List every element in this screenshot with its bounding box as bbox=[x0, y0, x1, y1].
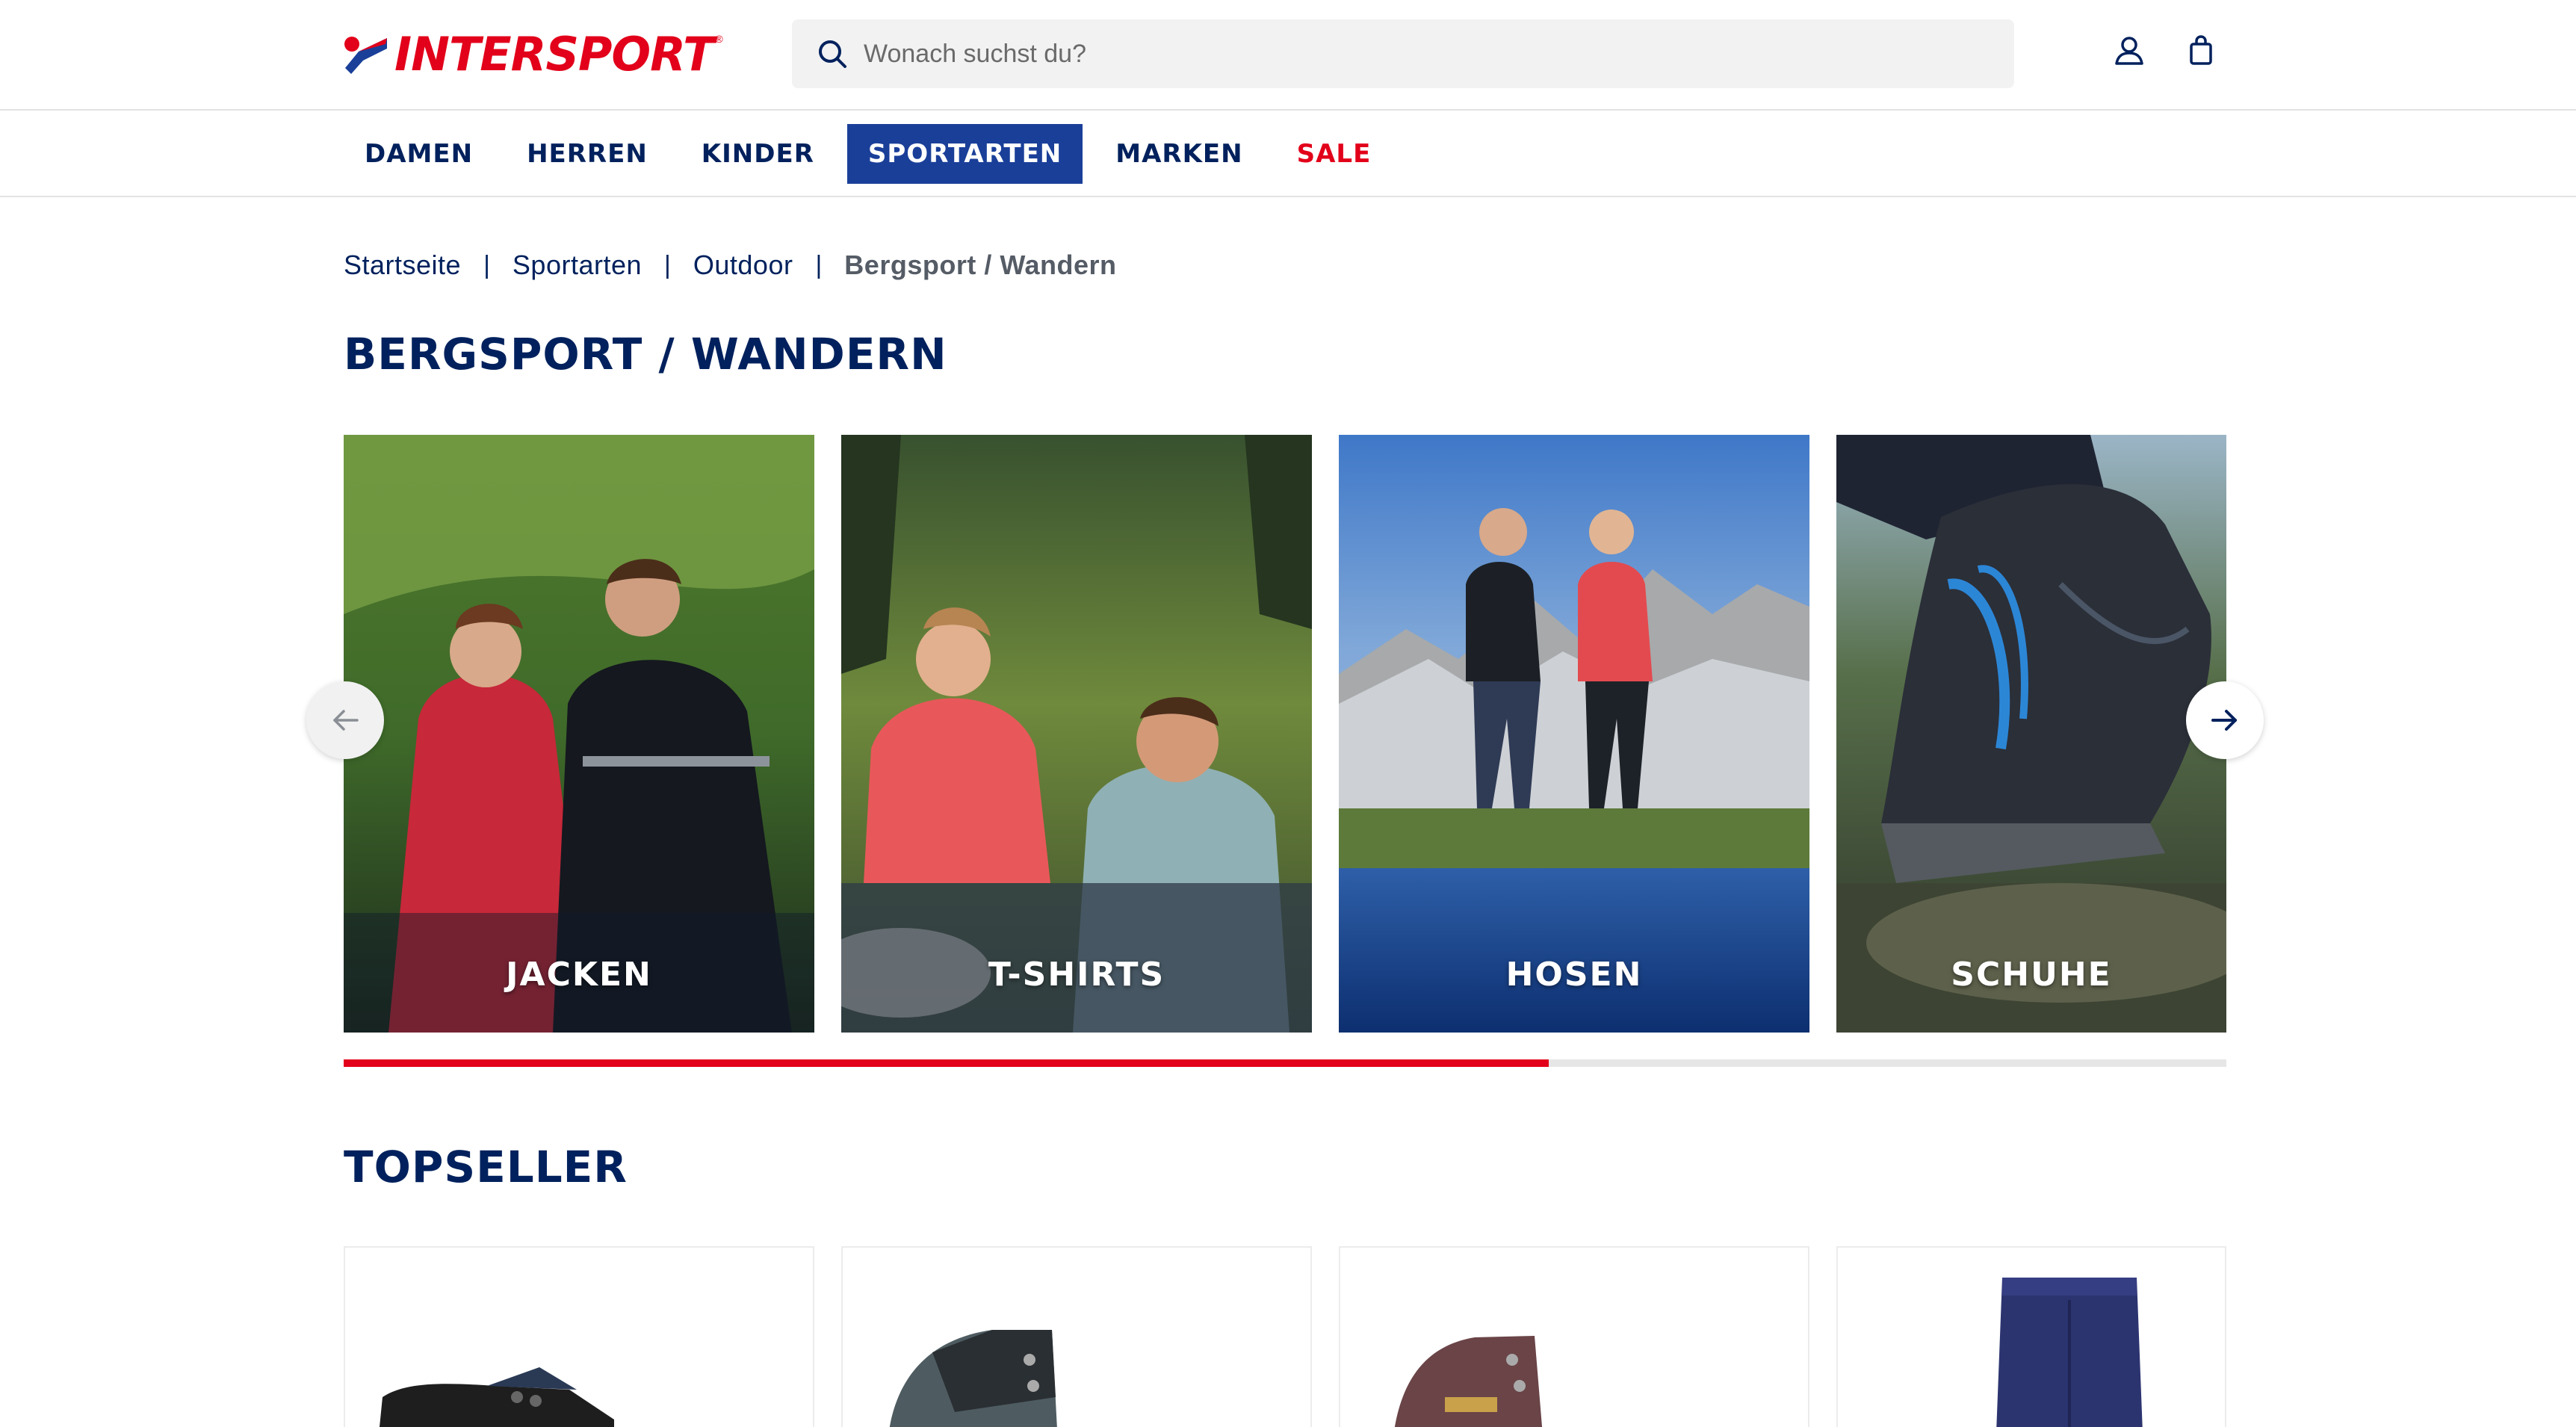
product-image-trekking-boot bbox=[889, 1330, 1057, 1427]
carousel-progress-bar bbox=[344, 1059, 2226, 1067]
shopping-bag-icon[interactable] bbox=[2183, 33, 2219, 69]
category-label: HOSEN bbox=[1505, 956, 1643, 994]
breadcrumb-current: Bergsport / Wandern bbox=[844, 250, 1117, 280]
search-icon[interactable] bbox=[816, 37, 849, 70]
category-image-jacken bbox=[344, 435, 814, 1033]
breadcrumb-outdoor[interactable]: Outdoor bbox=[693, 250, 793, 281]
category-label: SCHUHE bbox=[1951, 956, 2112, 994]
product-card-hiking-shoe[interactable] bbox=[344, 1246, 814, 1427]
topseller-product-list bbox=[344, 1246, 2226, 1427]
carousel-prev-button[interactable] bbox=[306, 681, 384, 759]
category-card-schuhe[interactable]: SCHUHE bbox=[1836, 435, 2226, 1033]
category-label: T-SHIRTS bbox=[988, 956, 1165, 994]
account-icon[interactable] bbox=[2111, 33, 2147, 69]
category-label: JACKEN bbox=[506, 956, 652, 994]
category-card-hosen[interactable]: HOSEN bbox=[1339, 435, 1809, 1033]
breadcrumb-separator: | bbox=[483, 250, 490, 279]
nav-item-marken[interactable]: MARKEN bbox=[1095, 124, 1263, 184]
category-card-t-shirts[interactable]: T-SHIRTS bbox=[841, 435, 1312, 1033]
page-title: BERGSPORT / WANDERN bbox=[344, 329, 947, 380]
nav-item-sale[interactable]: SALE bbox=[1276, 124, 1393, 184]
product-image-hiking-pants bbox=[1996, 1278, 2143, 1427]
category-image-schuhe bbox=[1836, 435, 2226, 1033]
product-image-hiking-shoe bbox=[380, 1367, 614, 1427]
topseller-title: TOPSELLER bbox=[344, 1142, 628, 1192]
breadcrumb-sportarten[interactable]: Sportarten bbox=[513, 250, 642, 281]
header: INTERSPORT ® bbox=[0, 0, 2576, 111]
arrow-left-icon bbox=[333, 710, 359, 731]
product-card-hiking-boot[interactable] bbox=[1339, 1246, 1809, 1427]
breadcrumb: Startseite | Sportarten | Outdoor | Berg… bbox=[344, 250, 1117, 281]
nav-item-damen[interactable]: DAMEN bbox=[344, 124, 494, 184]
intersport-logo[interactable]: INTERSPORT ® bbox=[342, 28, 723, 81]
main-navigation: DAMEN HERREN KINDER SPORTARTEN MARKEN SA… bbox=[0, 112, 2576, 197]
category-image-hosen bbox=[1339, 435, 1809, 1033]
arrow-right-icon bbox=[2211, 710, 2237, 731]
breadcrumb-separator: | bbox=[815, 250, 823, 279]
category-card-jacken[interactable]: JACKEN bbox=[344, 435, 814, 1033]
product-card-hiking-pants[interactable] bbox=[1836, 1246, 2226, 1427]
product-card-trekking-boot[interactable] bbox=[841, 1246, 1312, 1427]
logo-registered-mark: ® bbox=[715, 33, 723, 45]
intersport-logo-mark-icon bbox=[344, 37, 387, 74]
breadcrumb-separator: | bbox=[664, 250, 671, 279]
nav-item-sportarten[interactable]: SPORTARTEN bbox=[846, 124, 1083, 184]
carousel-progress-fill bbox=[344, 1059, 1549, 1067]
logo-text: INTERSPORT bbox=[394, 27, 714, 81]
nav-item-herren[interactable]: HERREN bbox=[506, 124, 669, 184]
nav-item-kinder[interactable]: KINDER bbox=[681, 124, 835, 184]
category-carousel: JACKEN T-SHIRTS HOSEN SCHUHE bbox=[344, 435, 2226, 1033]
product-image-hiking-boot bbox=[1394, 1336, 1543, 1427]
search-bar[interactable] bbox=[792, 19, 2014, 88]
category-image-t-shirts bbox=[841, 435, 1312, 1033]
carousel-next-button[interactable] bbox=[2186, 681, 2264, 759]
breadcrumb-startseite[interactable]: Startseite bbox=[344, 250, 461, 281]
search-input[interactable] bbox=[864, 19, 1984, 88]
